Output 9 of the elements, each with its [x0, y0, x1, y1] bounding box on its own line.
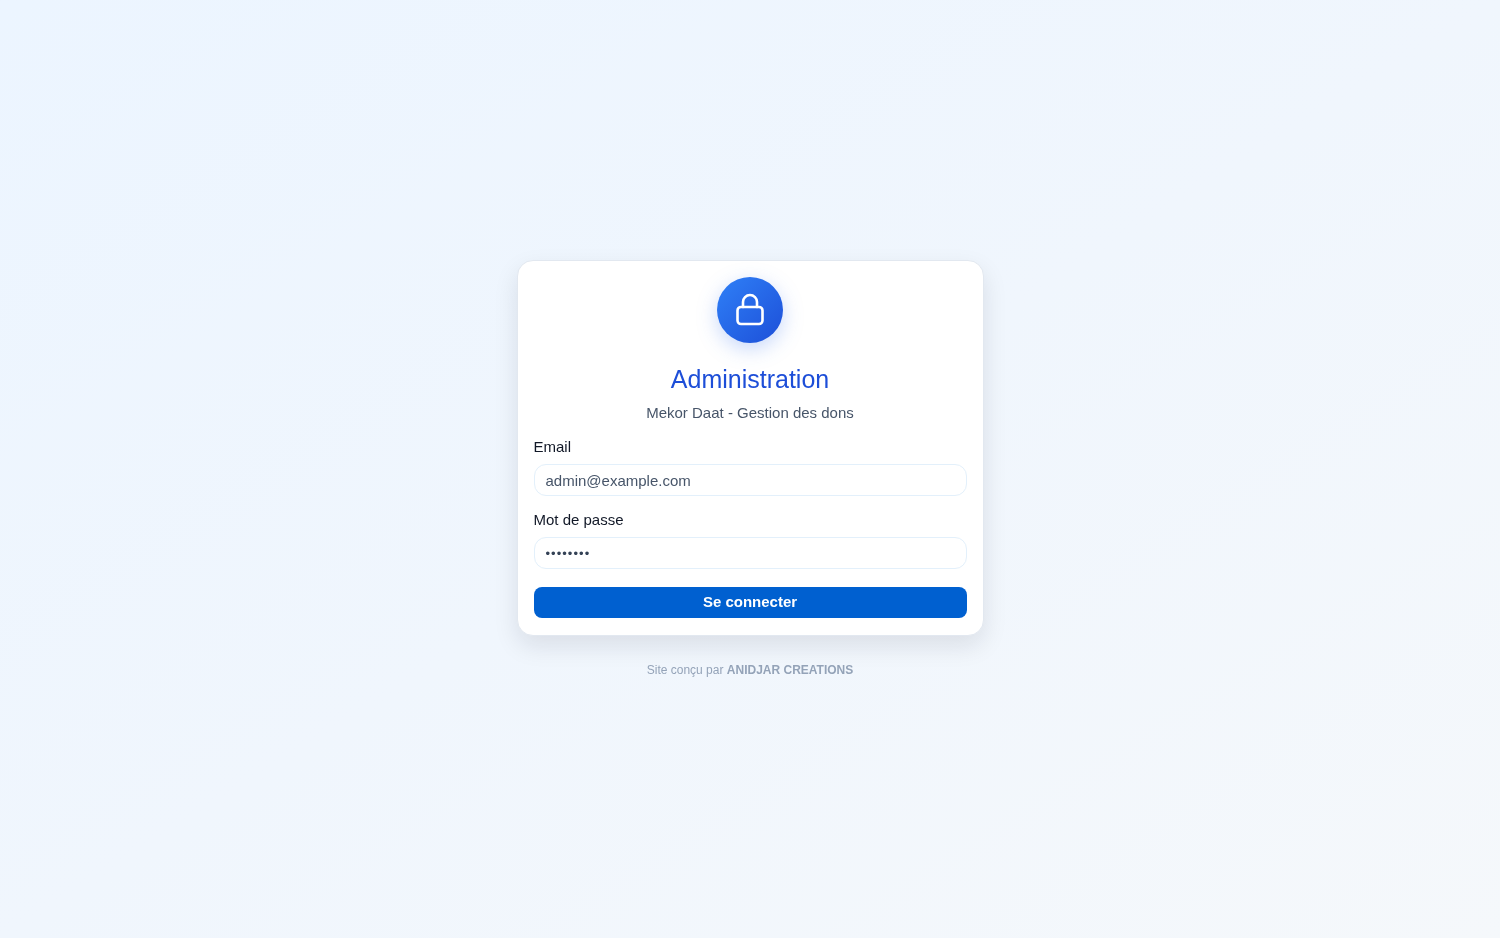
login-button[interactable]: Se connecter: [533, 587, 967, 618]
field-label: Email: [533, 437, 572, 457]
email-field[interactable]: admin@example.com: [533, 464, 967, 496]
login-subtitle: Mekor Daat - Gestion des dons: [645, 403, 855, 423]
footer-credit: Site conçu par ANIDJAR CREATIONS: [646, 662, 854, 678]
field-label: Mot de passe: [533, 510, 625, 530]
login-title: Administration: [669, 364, 831, 395]
lock-icon: [717, 277, 783, 343]
password-field[interactable]: ••••••••: [533, 537, 967, 569]
